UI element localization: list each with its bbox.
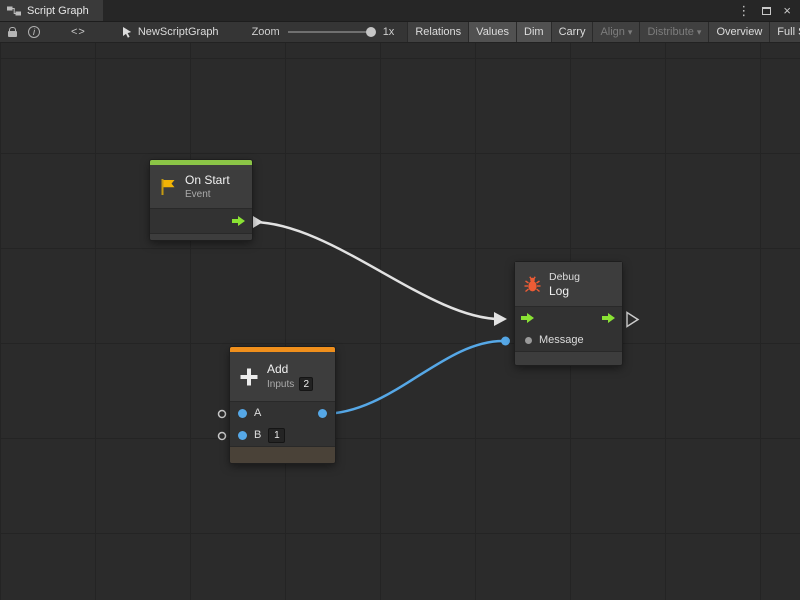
- toolbar-button-carry[interactable]: Carry: [552, 22, 594, 43]
- zoom-value: 1x: [383, 26, 395, 38]
- on-start-subtitle: Event: [185, 188, 230, 201]
- hollow-arrow-icon[interactable]: [627, 313, 638, 327]
- hollow-port-circle-icon[interactable]: [219, 411, 226, 418]
- node-debug-log[interactable]: Debug Log Message: [515, 262, 622, 365]
- toolbar-button-overview[interactable]: Overview: [709, 22, 770, 43]
- debug-flow-row: [515, 307, 622, 329]
- debug-footer: [515, 351, 622, 365]
- message-input-port[interactable]: [525, 337, 532, 344]
- node-add[interactable]: Add Inputs 2 A B: [230, 347, 335, 463]
- node-on-start[interactable]: On Start Event: [150, 160, 252, 240]
- lock-icon: [8, 27, 17, 37]
- add-ports: A B: [230, 402, 335, 446]
- titlebar-controls: ⋮ ×: [737, 0, 800, 21]
- debug-surtitle: Debug: [549, 271, 580, 283]
- bug-icon: [523, 275, 542, 294]
- script-graph-icon: [7, 5, 21, 17]
- on-start-ports: [150, 209, 252, 233]
- tab-script-graph[interactable]: Script Graph: [0, 0, 103, 21]
- graph-name: NewScriptGraph: [138, 26, 219, 38]
- add-footer: [230, 446, 335, 463]
- wires-layer: [0, 43, 800, 600]
- chevron-down-icon: ▾: [628, 22, 633, 43]
- on-start-header: On Start Event: [150, 165, 252, 209]
- distribute-label: Distribute: [647, 22, 693, 43]
- wire-value[interactable]: [322, 341, 503, 414]
- zoom-slider-track: [288, 31, 372, 33]
- info-icon: i: [28, 26, 40, 38]
- add-subtitle: Inputs: [267, 378, 294, 391]
- toolbar-button-align[interactable]: Align ▾: [593, 22, 640, 43]
- port-a-label: A: [254, 407, 261, 419]
- graph-canvas[interactable]: On Start Event: [0, 43, 800, 600]
- close-button[interactable]: ×: [783, 4, 791, 17]
- toolbar-button-dim[interactable]: Dim: [517, 22, 552, 43]
- debug-header: Debug Log: [515, 262, 622, 307]
- zoom-label: Zoom: [252, 26, 280, 38]
- message-port-label: Message: [539, 334, 584, 346]
- tab-title: Script Graph: [27, 5, 89, 17]
- on-start-output-row: [150, 209, 252, 233]
- add-port-row-a: A: [230, 402, 335, 424]
- wire-control-end-arrow-icon: [494, 312, 507, 326]
- code-view-button[interactable]: <>: [71, 22, 86, 42]
- align-label: Align: [600, 22, 624, 43]
- value-output-port[interactable]: [318, 409, 327, 418]
- add-title: Add: [267, 362, 313, 376]
- value-input-port-a[interactable]: [238, 409, 247, 418]
- flow-input-port[interactable]: [521, 312, 535, 324]
- plus-icon: [238, 366, 260, 388]
- wire-control-flow[interactable]: [252, 222, 500, 319]
- window-menu-button[interactable]: ⋮: [737, 4, 750, 17]
- flow-output-port[interactable]: [232, 215, 246, 227]
- value-input-port-b[interactable]: [238, 431, 247, 440]
- zoom-slider[interactable]: [288, 22, 376, 42]
- lock-button[interactable]: [6, 22, 17, 42]
- port-b-label: B: [254, 429, 261, 441]
- wire-control-start-arrow-icon: [253, 216, 263, 228]
- graph-asset-icon: [121, 26, 133, 38]
- on-start-title: On Start: [185, 173, 230, 187]
- toolbar-button-values[interactable]: Values: [469, 22, 517, 43]
- titlebar: Script Graph ⋮ ×: [0, 0, 800, 22]
- add-port-row-b: B: [230, 424, 335, 446]
- wire-value-end-dot: [501, 337, 510, 346]
- script-graph-window: Script Graph ⋮ × i <> NewScriptGraph Zoo…: [0, 0, 800, 600]
- chevron-down-icon: ▾: [697, 22, 702, 43]
- flag-icon: [158, 177, 178, 197]
- flow-output-port[interactable]: [602, 312, 616, 324]
- add-header: Add Inputs 2: [230, 352, 335, 402]
- info-button[interactable]: i: [17, 22, 40, 42]
- toolbar-button-distribute[interactable]: Distribute ▾: [640, 22, 709, 43]
- debug-title: Log: [549, 284, 580, 298]
- add-input-count-badge: 2: [299, 377, 313, 391]
- on-start-footer: [150, 233, 252, 240]
- debug-ports: Message: [515, 307, 622, 351]
- zoom-slider-handle[interactable]: [366, 27, 376, 37]
- graph-toolbar: i <> NewScriptGraph Zoom 1x Relations Va…: [0, 22, 800, 43]
- port-b-value-field[interactable]: [268, 428, 285, 443]
- maximize-button[interactable]: [762, 7, 771, 15]
- toolbar-button-relations[interactable]: Relations: [407, 22, 469, 43]
- maximize-icon: [762, 7, 771, 15]
- hollow-port-circle-icon[interactable]: [219, 433, 226, 440]
- graph-asset-button[interactable]: NewScriptGraph: [121, 26, 219, 38]
- debug-message-row: Message: [515, 329, 622, 351]
- toolbar-button-fullscreen[interactable]: Full Screen: [770, 22, 800, 43]
